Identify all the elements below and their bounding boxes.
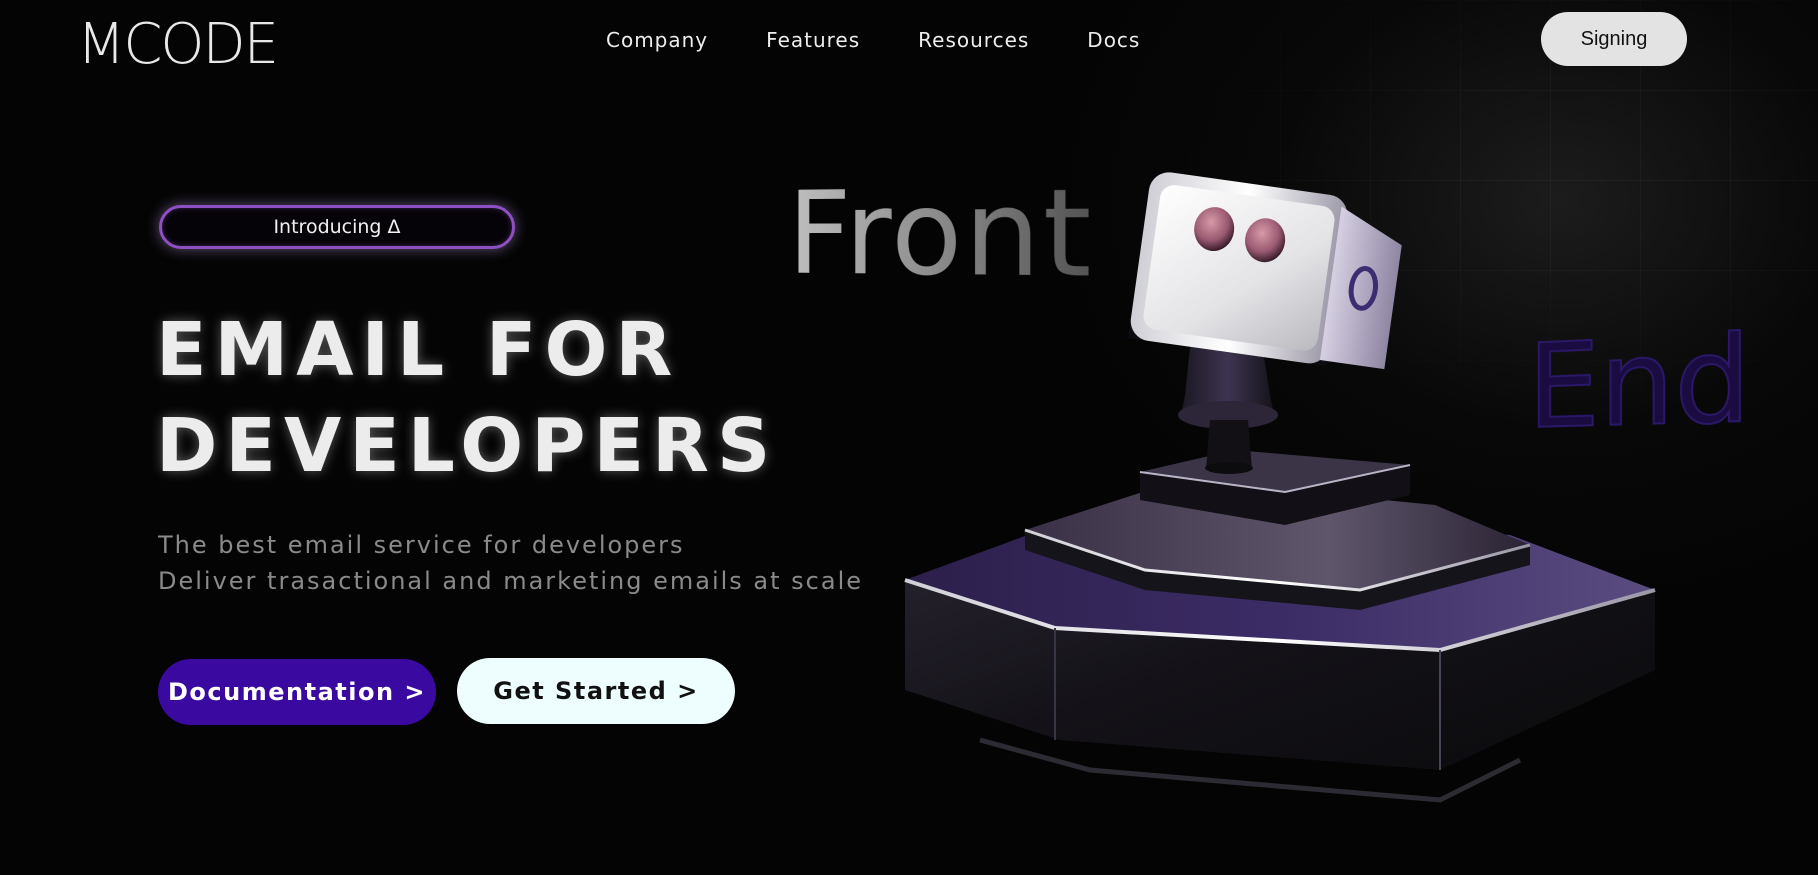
brand-logo[interactable]: MCODE — [77, 10, 279, 80]
landing-page: MCODE Company Features Resources Docs Si… — [0, 0, 1818, 875]
robot-head — [1128, 172, 1402, 370]
nav-item-resources[interactable]: Resources — [918, 22, 1029, 58]
nav-item-features[interactable]: Features — [766, 22, 860, 58]
introducing-badge[interactable]: Introducing Δ — [159, 205, 515, 249]
nav-item-company[interactable]: Company — [606, 22, 708, 58]
nav-item-docs[interactable]: Docs — [1087, 22, 1140, 58]
hero-title-line-2: DEVELOPERS — [156, 403, 779, 489]
get-started-button[interactable]: Get Started > — [457, 658, 735, 724]
signin-button[interactable]: Signing — [1541, 12, 1687, 66]
robot-illustration — [904, 172, 1656, 803]
main-nav: Company Features Resources Docs — [606, 22, 1140, 58]
hero-title-line-1: EMAIL FOR — [156, 307, 681, 393]
hero-subtitle-line-1: The best email service for developers — [158, 531, 685, 559]
documentation-button[interactable]: Documentation > — [158, 659, 436, 725]
hero-subtitle-line-2: Deliver trasactional and marketing email… — [158, 567, 864, 595]
hero-subtitle: The best email service for developers De… — [158, 527, 863, 599]
hero-title: EMAIL FOR DEVELOPERS — [156, 302, 778, 494]
